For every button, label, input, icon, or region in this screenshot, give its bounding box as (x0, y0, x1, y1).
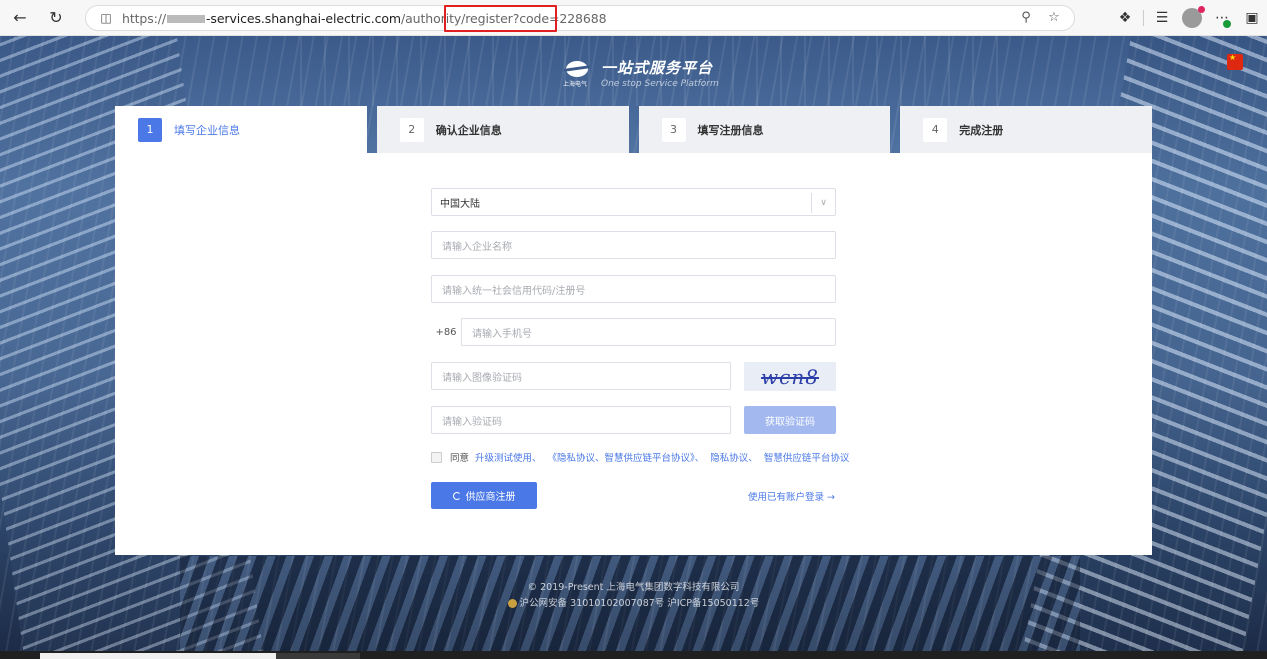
logo-title: 一站式服务平台 (601, 59, 714, 77)
step-3: 3 填写注册信息 (638, 106, 891, 153)
favorites-list-icon[interactable]: ☰ (1147, 4, 1177, 32)
agreement-checkbox[interactable] (431, 451, 442, 463)
back-arrow-icon[interactable]: ← (6, 4, 34, 32)
agreement-link-3[interactable]: 隐私协议、 (710, 450, 758, 464)
step-label: 确认企业信息 (435, 123, 502, 137)
extensions-icon[interactable]: ❖ (1110, 4, 1140, 32)
footer-copyright: © 2019-Present 上海电气集团数字科技有限公司 (527, 582, 740, 593)
url-domain: -services.shanghai-electric.com (206, 10, 401, 26)
reload-icon[interactable]: ↻ (42, 4, 70, 32)
site-info-icon[interactable]: ◫ (96, 11, 116, 25)
toolbar-divider (1143, 10, 1144, 26)
os-taskbar (0, 651, 1267, 659)
company-name-input[interactable]: 请输入企业名称 (431, 231, 836, 259)
browser-toolbar: ← ↻ ◫ https:// -services.shanghai-electri… (0, 0, 1267, 36)
china-flag-icon[interactable] (1227, 53, 1243, 70)
agreement-link-1[interactable]: 升级测试使用、 (475, 450, 542, 464)
sms-code-placeholder: 请输入验证码 (442, 416, 502, 428)
login-existing-account-link[interactable]: 使用已有账户登录 → (748, 489, 835, 503)
phone-placeholder: 请输入手机号 (472, 328, 532, 340)
get-sms-code-button[interactable]: 获取验证码 (744, 406, 836, 434)
agreement-row: 同意 升级测试使用、 《隐私协议、智慧供应链平台协议》、 隐私协议、 智慧供应链… (431, 450, 849, 464)
step-number: 1 (138, 117, 162, 142)
taskbar-item[interactable] (276, 653, 360, 659)
step-1: 1 填写企业信息 (115, 106, 367, 153)
address-bar[interactable]: ◫ https:// -services.shanghai-electric.co… (85, 5, 1075, 31)
step-number: 3 (661, 117, 686, 142)
registration-steps: 1 填写企业信息 2 确认企业信息 3 填写注册信息 4 完成注册 (115, 106, 1152, 153)
image-captcha-placeholder: 请输入图像验证码 (442, 372, 522, 384)
taskbar-item[interactable] (40, 653, 276, 659)
step-number: 4 (923, 117, 948, 142)
step-label: 填写注册信息 (697, 123, 764, 137)
register-button-label: 供应商注册 (465, 492, 516, 503)
company-name-placeholder: 请输入企业名称 (442, 241, 512, 253)
page-footer: © 2019-Present 上海电气集团数字科技有限公司 沪公网安备 3101… (0, 580, 1267, 612)
shanghai-electric-logo-icon: 上海电气 (563, 59, 591, 88)
agreement-link-4[interactable]: 智慧供应链平台协议 (764, 450, 850, 464)
step-4: 4 完成注册 (900, 106, 1152, 153)
image-captcha-input[interactable]: 请输入图像验证码 (431, 362, 731, 390)
loading-icon (452, 491, 461, 500)
registration-form-card: 中国大陆 ∨ 请输入企业名称 请输入统一社会信用代码/注册号 +86 请输入手机… (115, 153, 1152, 555)
supplier-register-button[interactable]: 供应商注册 (431, 482, 537, 509)
chevron-down-icon[interactable]: ∨ (811, 193, 835, 213)
url-prefix: https:// (122, 10, 167, 26)
sms-code-input[interactable]: 请输入验证码 (431, 406, 731, 434)
agree-prefix-text: 同意 (450, 453, 470, 464)
sidebar-toggle-icon[interactable]: ▣ (1237, 4, 1267, 32)
step-label: 填写企业信息 (174, 123, 240, 137)
favorite-star-icon[interactable]: ☆ (1044, 10, 1064, 28)
url-highlight-box (444, 5, 557, 32)
footer-icp-row: 沪公网安备 31010102007087号 沪ICP备15050112号 (0, 596, 1267, 612)
credit-code-placeholder: 请输入统一社会信用代码/注册号 (442, 285, 586, 297)
captcha-text: wcn8 (761, 364, 819, 389)
url-redaction (167, 15, 206, 23)
captcha-image[interactable]: wcn8 (744, 362, 836, 391)
logo-subtitle: One stop Service Platform (601, 79, 719, 89)
step-number: 2 (399, 117, 424, 142)
avatar (1182, 6, 1205, 28)
more-options-icon[interactable]: ⋯ (1207, 4, 1237, 32)
platform-logo: 上海电气 一站式服务平台 One stop Service Platform (563, 57, 719, 89)
region-select[interactable]: 中国大陆 ∨ (431, 188, 836, 216)
agreement-link-2[interactable]: 《隐私协议、智慧供应链平台协议》、 (548, 450, 705, 464)
logo-brand-text: 上海电气 (563, 81, 588, 88)
police-badge-icon (507, 599, 517, 608)
region-select-value: 中国大陆 (440, 198, 480, 210)
credit-code-input[interactable]: 请输入统一社会信用代码/注册号 (431, 275, 836, 303)
phone-country-code: +86 (435, 326, 457, 338)
browser-actions: ❖ ☰ ⋯ ▣ (1110, 4, 1267, 32)
step-2: 2 确认企业信息 (376, 106, 629, 153)
footer-icp[interactable]: 沪公网安备 31010102007087号 沪ICP备15050112号 (520, 598, 760, 609)
step-label: 完成注册 (959, 123, 1004, 137)
zoom-icon[interactable]: ⚲ (1016, 10, 1036, 28)
phone-input[interactable]: 请输入手机号 (461, 318, 836, 346)
profile-icon[interactable] (1177, 4, 1207, 32)
